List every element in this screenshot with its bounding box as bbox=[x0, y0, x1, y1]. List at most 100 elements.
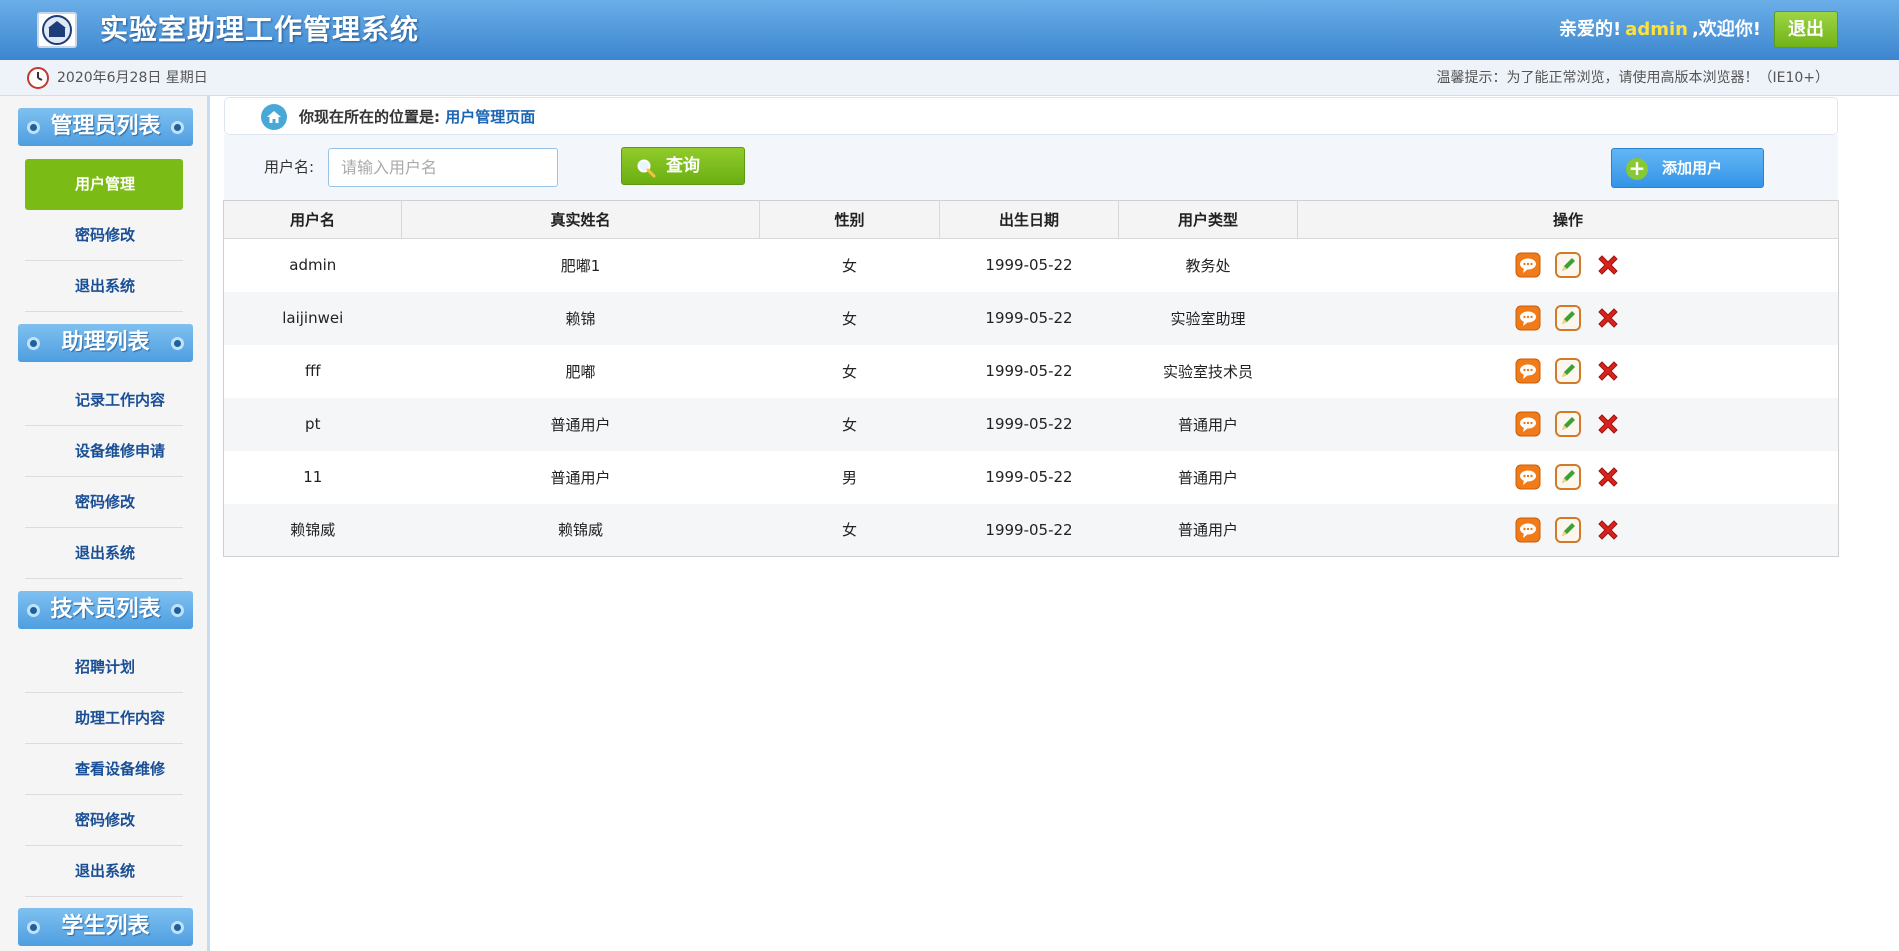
cell-birthdate: 1999-05-22 bbox=[985, 256, 1073, 275]
app-title: 实验室助理工作管理系统 bbox=[100, 13, 420, 46]
query-button-label: 查询 bbox=[666, 156, 700, 176]
sidebar-group-title: 技术员列表 bbox=[50, 597, 161, 622]
sidebar-item-view-repair[interactable]: 查看设备维修 bbox=[25, 744, 183, 795]
cell-realname: 赖锦威 bbox=[401, 503, 760, 557]
delete-icon[interactable] bbox=[1595, 252, 1621, 278]
cell-realname: 肥嘟 bbox=[565, 362, 596, 381]
username-search-input[interactable] bbox=[328, 148, 558, 187]
browser-tip: 温馨提示：为了能正常浏览，请使用高版本浏览器！（IE10+） bbox=[1436, 70, 1829, 86]
cell-actions bbox=[1298, 345, 1839, 398]
table-header-row: 用户名 真实姓名 性别 出生日期 用户类型 操作 bbox=[223, 200, 1839, 239]
sidebar-item-recruit-plan[interactable]: 招聘计划 bbox=[25, 642, 183, 693]
current-date: 2020年6月28日 星期日 bbox=[57, 70, 208, 86]
edit-icon[interactable] bbox=[1554, 252, 1581, 279]
sidebar-group-technician[interactable]: 技术员列表 bbox=[18, 591, 193, 629]
logout-button[interactable]: 退出 bbox=[1774, 11, 1838, 48]
bullet-icon bbox=[171, 921, 184, 934]
sidebar-item-repair-request[interactable]: 设备维修申请 bbox=[25, 426, 183, 477]
bullet-icon bbox=[171, 604, 184, 617]
info-bar: 2020年6月28日 星期日 温馨提示：为了能正常浏览，请使用高版本浏览器！（I… bbox=[0, 60, 1899, 96]
sidebar: 管理员列表 用户管理 密码修改 退出系统 助理列表 记录工作内容 设备维修申请 … bbox=[0, 96, 210, 951]
sidebar-item-record-work[interactable]: 记录工作内容 bbox=[25, 375, 183, 426]
cell-actions bbox=[1297, 291, 1839, 345]
bullet-icon bbox=[27, 921, 40, 934]
user-table: 用户名 真实姓名 性别 出生日期 用户类型 操作 admin 肥嘟1 女 1999-0… bbox=[223, 200, 1839, 557]
bullet-icon bbox=[171, 337, 184, 350]
cell-usertype: 实验室助理 bbox=[1118, 291, 1298, 345]
delete-icon[interactable] bbox=[1595, 411, 1621, 437]
view-icon[interactable] bbox=[1515, 517, 1541, 543]
sidebar-item-technician-logout[interactable]: 退出系统 bbox=[25, 846, 183, 897]
cell-usertype: 普通用户 bbox=[1118, 503, 1298, 557]
view-icon[interactable] bbox=[1515, 358, 1541, 384]
sidebar-group-assistant[interactable]: 助理列表 bbox=[18, 324, 193, 362]
welcome-suffix: ,欢迎你! bbox=[1691, 19, 1761, 40]
column-header-username: 用户名 bbox=[223, 200, 402, 239]
plus-icon: + bbox=[1626, 158, 1648, 180]
breadcrumb-text: 你现在所在的位置是: 用户管理页面 bbox=[299, 98, 535, 136]
cell-username: 赖锦威 bbox=[223, 503, 402, 557]
search-bar: 用户名: 查询 + 添加用户 bbox=[224, 135, 1838, 200]
column-header-realname: 真实姓名 bbox=[401, 200, 760, 239]
sidebar-group-admin[interactable]: 管理员列表 bbox=[18, 108, 193, 146]
edit-icon[interactable] bbox=[1554, 358, 1581, 384]
query-button[interactable]: 查询 bbox=[621, 147, 745, 185]
username-label: 用户名: bbox=[264, 158, 315, 176]
logo-icon bbox=[37, 12, 77, 48]
sidebar-group-title: 助理列表 bbox=[61, 330, 150, 355]
sidebar-group-title: 管理员列表 bbox=[50, 114, 161, 139]
table-row: fff 肥嘟 女 1999-05-22 实验室技术员 bbox=[224, 345, 1839, 398]
view-icon[interactable] bbox=[1515, 411, 1541, 437]
bullet-icon bbox=[27, 121, 40, 134]
view-icon[interactable] bbox=[1515, 252, 1541, 278]
current-username: admin bbox=[1625, 19, 1688, 40]
sidebar-item-assistant-work[interactable]: 助理工作内容 bbox=[25, 693, 183, 744]
cell-usertype: 实验室技术员 bbox=[1162, 362, 1253, 381]
sidebar-item-technician-password[interactable]: 密码修改 bbox=[25, 795, 183, 846]
sidebar-item-assistant-logout[interactable]: 退出系统 bbox=[25, 528, 183, 579]
cell-usertype: 普通用户 bbox=[1177, 468, 1238, 487]
home-icon[interactable] bbox=[261, 104, 287, 130]
table-row: 赖锦威 赖锦威女 1999-05-22 普通用户 bbox=[223, 503, 1839, 557]
edit-icon[interactable] bbox=[1554, 411, 1581, 437]
cell-gender: 女 bbox=[841, 362, 857, 381]
cell-actions bbox=[1297, 503, 1839, 557]
sidebar-item-assistant-password[interactable]: 密码修改 bbox=[25, 477, 183, 528]
edit-icon[interactable] bbox=[1554, 305, 1581, 331]
sidebar-item-admin-logout[interactable]: 退出系统 bbox=[25, 261, 183, 312]
edit-icon[interactable] bbox=[1554, 464, 1581, 490]
cell-gender: 女 bbox=[759, 503, 940, 557]
delete-icon[interactable] bbox=[1595, 358, 1621, 384]
breadcrumb-current[interactable]: 用户管理页面 bbox=[445, 108, 535, 126]
cell-username: admin bbox=[289, 256, 337, 275]
column-header-birthdate: 出生日期 bbox=[939, 200, 1119, 239]
top-header: 实验室助理工作管理系统 亲爱的! admin ,欢迎你! 退出 bbox=[0, 0, 1899, 60]
sidebar-item-user-management[interactable]: 用户管理 bbox=[25, 159, 183, 210]
cell-realname: 普通用户 bbox=[401, 397, 760, 451]
view-icon[interactable] bbox=[1515, 305, 1541, 331]
delete-icon[interactable] bbox=[1595, 517, 1621, 543]
bullet-icon bbox=[27, 337, 40, 350]
table-row: admin 肥嘟1 女 1999-05-22 教务处 bbox=[224, 239, 1839, 292]
cell-birthdate: 1999-05-22 bbox=[939, 397, 1119, 451]
cell-gender: 女 bbox=[841, 256, 857, 275]
cell-birthdate: 1999-05-22 bbox=[939, 503, 1119, 557]
edit-icon[interactable] bbox=[1554, 516, 1581, 543]
sidebar-item-admin-password[interactable]: 密码修改 bbox=[25, 210, 183, 261]
cell-username: fff bbox=[304, 362, 321, 380]
bullet-icon bbox=[27, 604, 40, 617]
cell-birthdate: 1999-05-22 bbox=[985, 468, 1073, 486]
table-row: laijinwei 赖锦女 1999-05-22 实验室助理 bbox=[223, 291, 1839, 345]
delete-icon[interactable] bbox=[1595, 464, 1621, 490]
view-icon[interactable] bbox=[1515, 464, 1541, 490]
breadcrumb-prefix: 你现在所在的位置是: bbox=[299, 108, 440, 126]
cell-username: pt bbox=[223, 397, 402, 451]
cell-gender: 男 bbox=[841, 468, 857, 487]
sidebar-group-student[interactable]: 学生列表 bbox=[18, 908, 193, 946]
clock-icon bbox=[26, 66, 50, 90]
cell-usertype: 普通用户 bbox=[1118, 397, 1298, 451]
cell-gender: 女 bbox=[759, 397, 940, 451]
add-user-button[interactable]: + 添加用户 bbox=[1611, 148, 1764, 188]
column-header-gender: 性别 bbox=[759, 200, 940, 239]
delete-icon[interactable] bbox=[1595, 305, 1621, 331]
